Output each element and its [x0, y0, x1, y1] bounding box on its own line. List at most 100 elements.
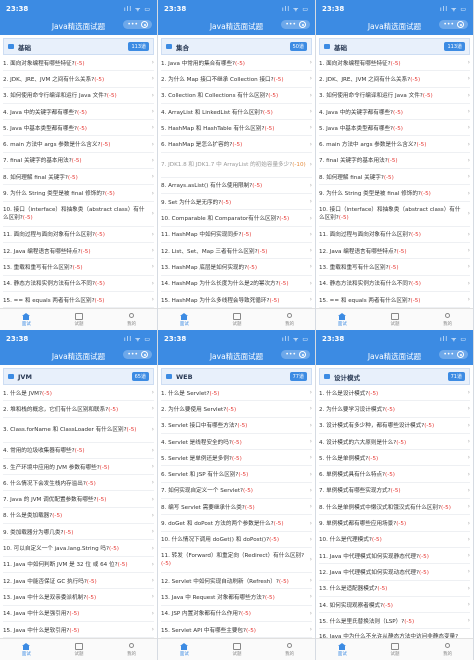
list-item[interactable]: 10. 什么情况下调用 doGet() 和 doPost()?(-5) ›	[161, 532, 312, 548]
list-item[interactable]: 5. 什么是单例模式?(-5) ›	[319, 450, 470, 467]
list-item[interactable]: 8. 如何理解 final 关键字?(-5) ›	[319, 169, 470, 186]
list-item[interactable]: 7. Java 的 JVM 调优配置参数有哪些?(-5) ›	[3, 491, 154, 508]
tab-mine[interactable]: 我的	[421, 309, 473, 330]
list-item[interactable]: 12. Java 中代理模式如何实现动态代理?(-5) ›	[319, 564, 470, 581]
list-item[interactable]: 11. HashMap 中如何实现同步?(-5) ›	[161, 227, 312, 243]
list-item[interactable]: 5. 生产环境中应用的 JVM 参数有哪些?(-5) ›	[3, 459, 154, 476]
list-item[interactable]: 4. 设计模式的六大原则是什么?(-5) ›	[319, 434, 470, 451]
list-item[interactable]: 15. == 和 equals 两者有什么区别?(-5) ›	[3, 292, 154, 309]
tab-mine[interactable]: 我的	[421, 639, 473, 660]
list-item[interactable]: 3. 如何使用命令行编译和运行 Java 文件?(-5) ›	[319, 88, 470, 104]
list-item[interactable]: 2. 为什么 Map 接口不继承 Collection 接口?(-5) ›	[161, 71, 312, 88]
list-item[interactable]: 14. 静态方法和实例方法有什么不同?(-5) ›	[3, 276, 154, 292]
list-item[interactable]: 6. main 方法中 args 参数是什么含义?(-5) ›	[319, 136, 470, 153]
list-item[interactable]: 9. 为什么 String 类型是被 final 修饰的?(-5) ›	[3, 185, 154, 202]
tab-questions[interactable]: 试题	[369, 309, 422, 330]
list-item[interactable]: 13. 重载和重写有什么区别?(-5) ›	[319, 259, 470, 276]
list-item[interactable]: 5. Java 中基本类型都有哪些?(-5) ›	[319, 120, 470, 137]
list-item[interactable]: 11. 转发（Forward）和重定向（Redirect）有什么区别?(-5) ›	[161, 548, 312, 573]
list-item[interactable]: 6. main 方法中 args 参数是什么含义?(-5) ›	[3, 136, 154, 153]
tab-mine[interactable]: 我的	[105, 309, 157, 330]
list-item[interactable]: 6. 什么情况下会发生栈内存溢出?(-5) ›	[3, 475, 154, 492]
list-item[interactable]: 7. final 关键字的基本用法?(-5) ›	[3, 153, 154, 170]
close-icon[interactable]	[457, 21, 464, 28]
list-item[interactable]: 7. final 关键字的基本用法?(-5) ›	[319, 153, 470, 170]
list-item[interactable]: 7. 单例模式有哪些实现方式?(-5) ›	[319, 483, 470, 500]
section-header[interactable]: 基础 113道	[3, 38, 154, 55]
list-item[interactable]: 10. 可以自定义一个 java.lang.String 吗?(-5) ›	[3, 540, 154, 557]
list-item[interactable]: 9. doGet 和 doPost 方法的两个参数是什么?(-5) ›	[161, 515, 312, 532]
tab-questions[interactable]: 试题	[211, 309, 264, 330]
tab-interview[interactable]: 面试	[0, 639, 53, 660]
list-item[interactable]: 9. 单例模式都有哪些应用场景?(-5) ›	[319, 515, 470, 532]
tab-questions[interactable]: 试题	[369, 639, 422, 660]
list-item[interactable]: 6. HashMap 是怎么扩容的?(-5) ›	[161, 136, 312, 153]
close-icon[interactable]	[141, 351, 148, 358]
list-item[interactable]: 1. 面向对象编程有哪些特征?(-5) ›	[319, 55, 470, 72]
mini-program-capsule[interactable]: •••	[281, 20, 310, 29]
more-icon[interactable]: •••	[285, 21, 296, 28]
mini-program-capsule[interactable]: •••	[439, 350, 468, 359]
mini-program-capsule[interactable]: •••	[439, 20, 468, 29]
list-item[interactable]: 13. 重载和重写有什么区别?(-5) ›	[3, 259, 154, 276]
tab-interview[interactable]: 面试	[158, 309, 211, 330]
list-item[interactable]: 9. 类加载器分为哪几类?(-5) ›	[3, 524, 154, 541]
list-item[interactable]: 15. Servlet API 中有哪些主要包?(-5) ›	[161, 622, 312, 639]
list-item[interactable]: 5. Servlet 是单例还是多例?(-5) ›	[161, 450, 312, 467]
list-item[interactable]: 13. Java 中什么是双亲委派机制?(-5) ›	[3, 589, 154, 606]
list-item[interactable]: 1. 什么是 JVM?(-5) ›	[3, 385, 154, 402]
list-item[interactable]: 10. Comparable 和 Comparator有什么区别?(-5) ›	[161, 210, 312, 227]
list-item[interactable]: 5. Java 中基本类型都有哪些?(-5) ›	[3, 120, 154, 137]
list-item[interactable]: 6. Servlet 和 JSP 有什么区别?(-5) ›	[161, 466, 312, 483]
tab-questions[interactable]: 试题	[211, 639, 264, 660]
close-icon[interactable]	[457, 351, 464, 358]
tab-mine[interactable]: 我的	[263, 309, 315, 330]
list-item[interactable]: 4. Servlet 是线程安全的吗?(-5) ›	[161, 434, 312, 451]
section-header[interactable]: WEB 77道	[161, 368, 312, 385]
section-header[interactable]: 集合 50道	[161, 38, 312, 55]
more-icon[interactable]: •••	[127, 351, 138, 358]
list-item[interactable]: 3. Class.forName 和 ClassLoader 有什么区别?(-5…	[3, 418, 154, 443]
list-item[interactable]: 9. Set 为什么是无序的?(-5) ›	[161, 194, 312, 211]
more-icon[interactable]: •••	[443, 351, 454, 358]
list-item[interactable]: 1. 什么是 Servlet?(-5) ›	[161, 385, 312, 402]
list-item[interactable]: 11. Java 中如何判断 JVM 是 32 位 或 64 位?(-5) ›	[3, 557, 154, 573]
list-item[interactable]: 12. Java 中能否保证 GC 执行吗?(-5) ›	[3, 573, 154, 590]
list-item[interactable]: 8. 编写 Servlet 需要继承什么类?(-5) ›	[161, 499, 312, 516]
list-item[interactable]: 1. Java 中常用的集合有哪些?(-5) ›	[161, 55, 312, 72]
list-item[interactable]: 12. Java 编程语言有哪些特点?(-5) ›	[319, 243, 470, 260]
list-item[interactable]: 2. JDK、JRE、JVM 之间有什么关系?(-5) ›	[319, 71, 470, 88]
list-item[interactable]: 12. Servlet 中如何实现自动刷新（Refresh）?(-5) ›	[161, 573, 312, 590]
more-icon[interactable]: •••	[285, 351, 296, 358]
list-item[interactable]: 11. 面向过程与面向对象有什么区别?(-5) ›	[3, 227, 154, 243]
list-item[interactable]: 10. 接口（interface）和抽象类（abstract class）有什么…	[3, 202, 154, 227]
list-item[interactable]: 15. HashMap 为什么多线程会导致死循环?(-5) ›	[161, 292, 312, 309]
list-item[interactable]: 12. List、Set、Map 三者有什么区别?(-5) ›	[161, 243, 312, 260]
list-item[interactable]: 4. ArrayList 和 LinkedList 有什么区别?(-5) ›	[161, 104, 312, 121]
list-item[interactable]: 3. 如何使用命令行编译和运行 Java 文件?(-5) ›	[3, 88, 154, 104]
list-item[interactable]: 3. Servlet 接口中有哪些方法?(-5) ›	[161, 418, 312, 434]
list-item[interactable]: 3. Collection 和 Collections 有什么区别?(-5) ›	[161, 88, 312, 104]
list-item[interactable]: 8. 如何理解 final 关键字?(-5) ›	[3, 169, 154, 186]
tab-mine[interactable]: 我的	[105, 639, 157, 660]
list-item[interactable]: 5. HashMap 和 HashTable 有什么区别?(-5) ›	[161, 120, 312, 137]
list-item[interactable]: 14. 如何实现观察者模式?(-5) ›	[319, 597, 470, 614]
tab-questions[interactable]: 试题	[53, 639, 106, 660]
list-item[interactable]: 10. 什么是代理模式?(-5) ›	[319, 532, 470, 548]
list-item[interactable]: 6. 单例模式具有什么特点?(-5) ›	[319, 466, 470, 483]
tab-mine[interactable]: 我的	[263, 639, 315, 660]
close-icon[interactable]	[299, 351, 306, 358]
list-item[interactable]: 4. Java 中的关键字都有哪些?(-5) ›	[3, 104, 154, 121]
list-item[interactable]: 1. 什么是设计模式?(-5) ›	[319, 385, 470, 402]
tab-interview[interactable]: 面试	[0, 309, 53, 330]
close-icon[interactable]	[299, 21, 306, 28]
section-header[interactable]: JVM 65道	[3, 368, 154, 385]
list-item[interactable]: 4. Java 中的关键字都有哪些?(-5) ›	[319, 104, 470, 121]
list-item[interactable]: 11. Java 中代理模式如何实现静态代理?(-5) ›	[319, 548, 470, 565]
list-item[interactable]: 2. 堆和栈的概念，它们有什么区别和联系?(-5) ›	[3, 401, 154, 418]
list-item[interactable]: 1. 面向对象编程有哪些特征?(-5) ›	[3, 55, 154, 72]
list-item[interactable]: 15. Java 中什么是软引用?(-5) ›	[3, 622, 154, 639]
section-header[interactable]: 基础 113道	[319, 38, 470, 55]
list-item[interactable]: 14. Java 中什么是强引用?(-5) ›	[3, 606, 154, 622]
tab-interview[interactable]: 面试	[158, 639, 211, 660]
